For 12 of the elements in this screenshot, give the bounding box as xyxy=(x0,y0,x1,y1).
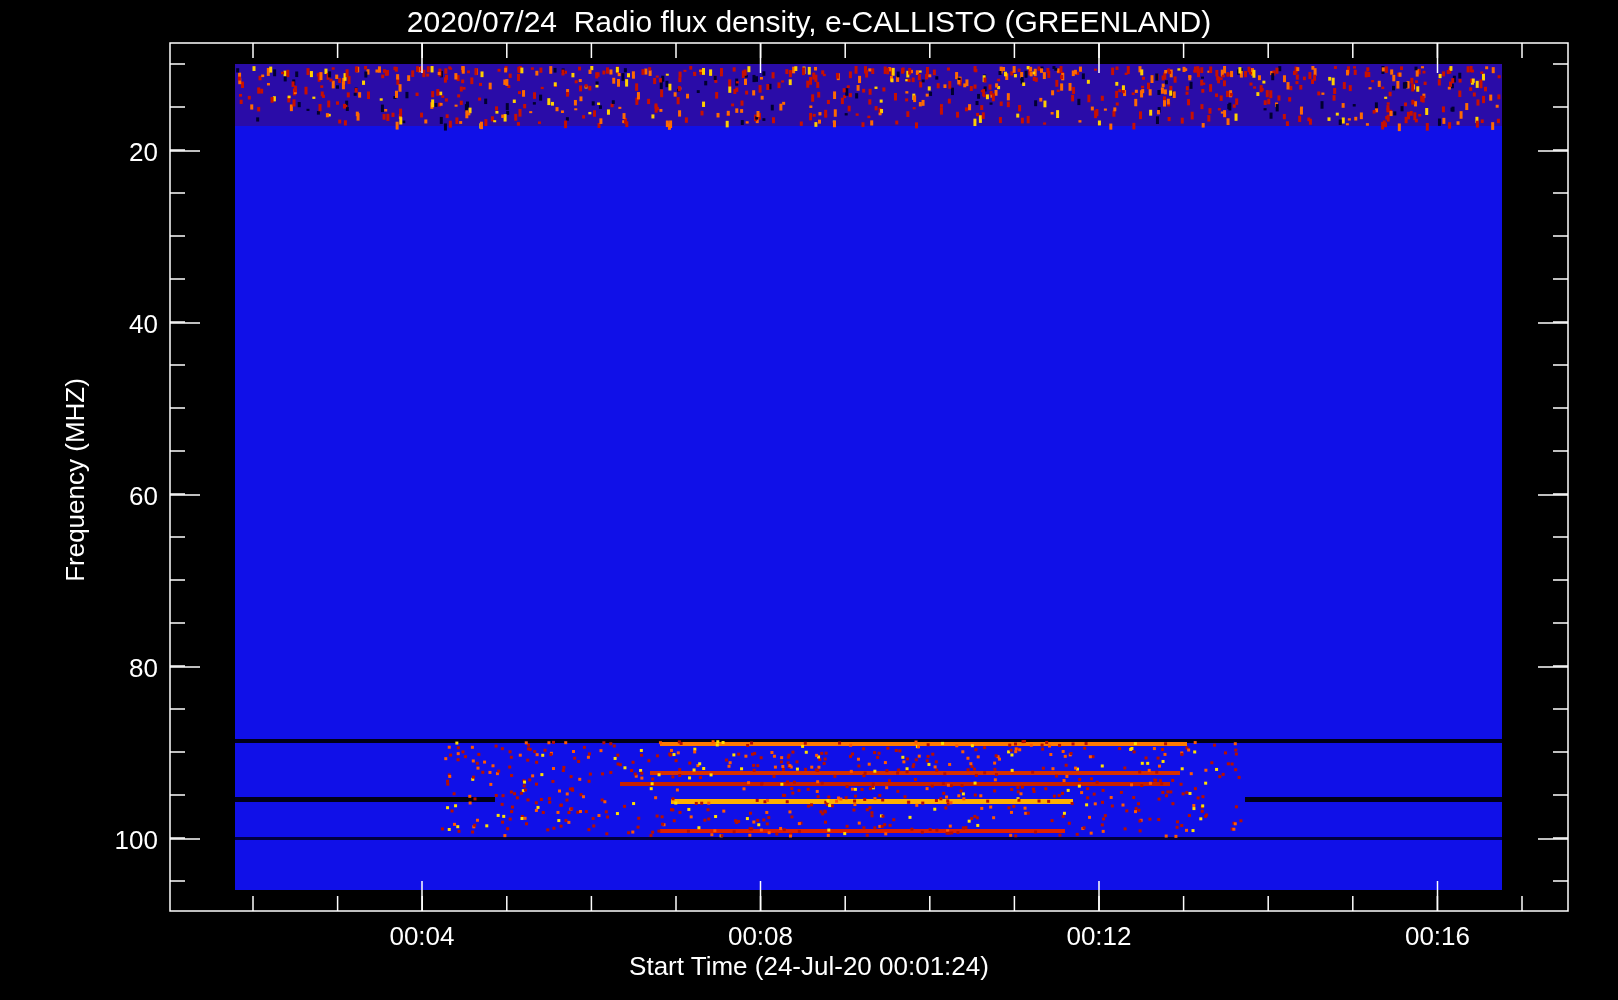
y-tick-label: 40 xyxy=(129,309,158,339)
x-tick-label: 00:12 xyxy=(1066,921,1132,951)
y-tick-label: 100 xyxy=(114,825,158,855)
y-axis-label: Frequency (MHZ) xyxy=(60,378,90,582)
y-tick-label: 20 xyxy=(129,137,158,167)
x-tick-label: 00:08 xyxy=(727,921,794,951)
x-tick-label: 00:04 xyxy=(389,921,455,951)
chart-title: 2020/07/24 Radio flux density, e-CALLISTO (GREENLAND) xyxy=(406,5,1212,38)
x-axis-label: Start Time (24-Jul-20 00:01:24) xyxy=(629,951,989,981)
y-tick-label: 80 xyxy=(129,653,158,683)
x-tick-label: 00:16 xyxy=(1404,921,1471,951)
y-tick-label: 60 xyxy=(129,481,158,511)
